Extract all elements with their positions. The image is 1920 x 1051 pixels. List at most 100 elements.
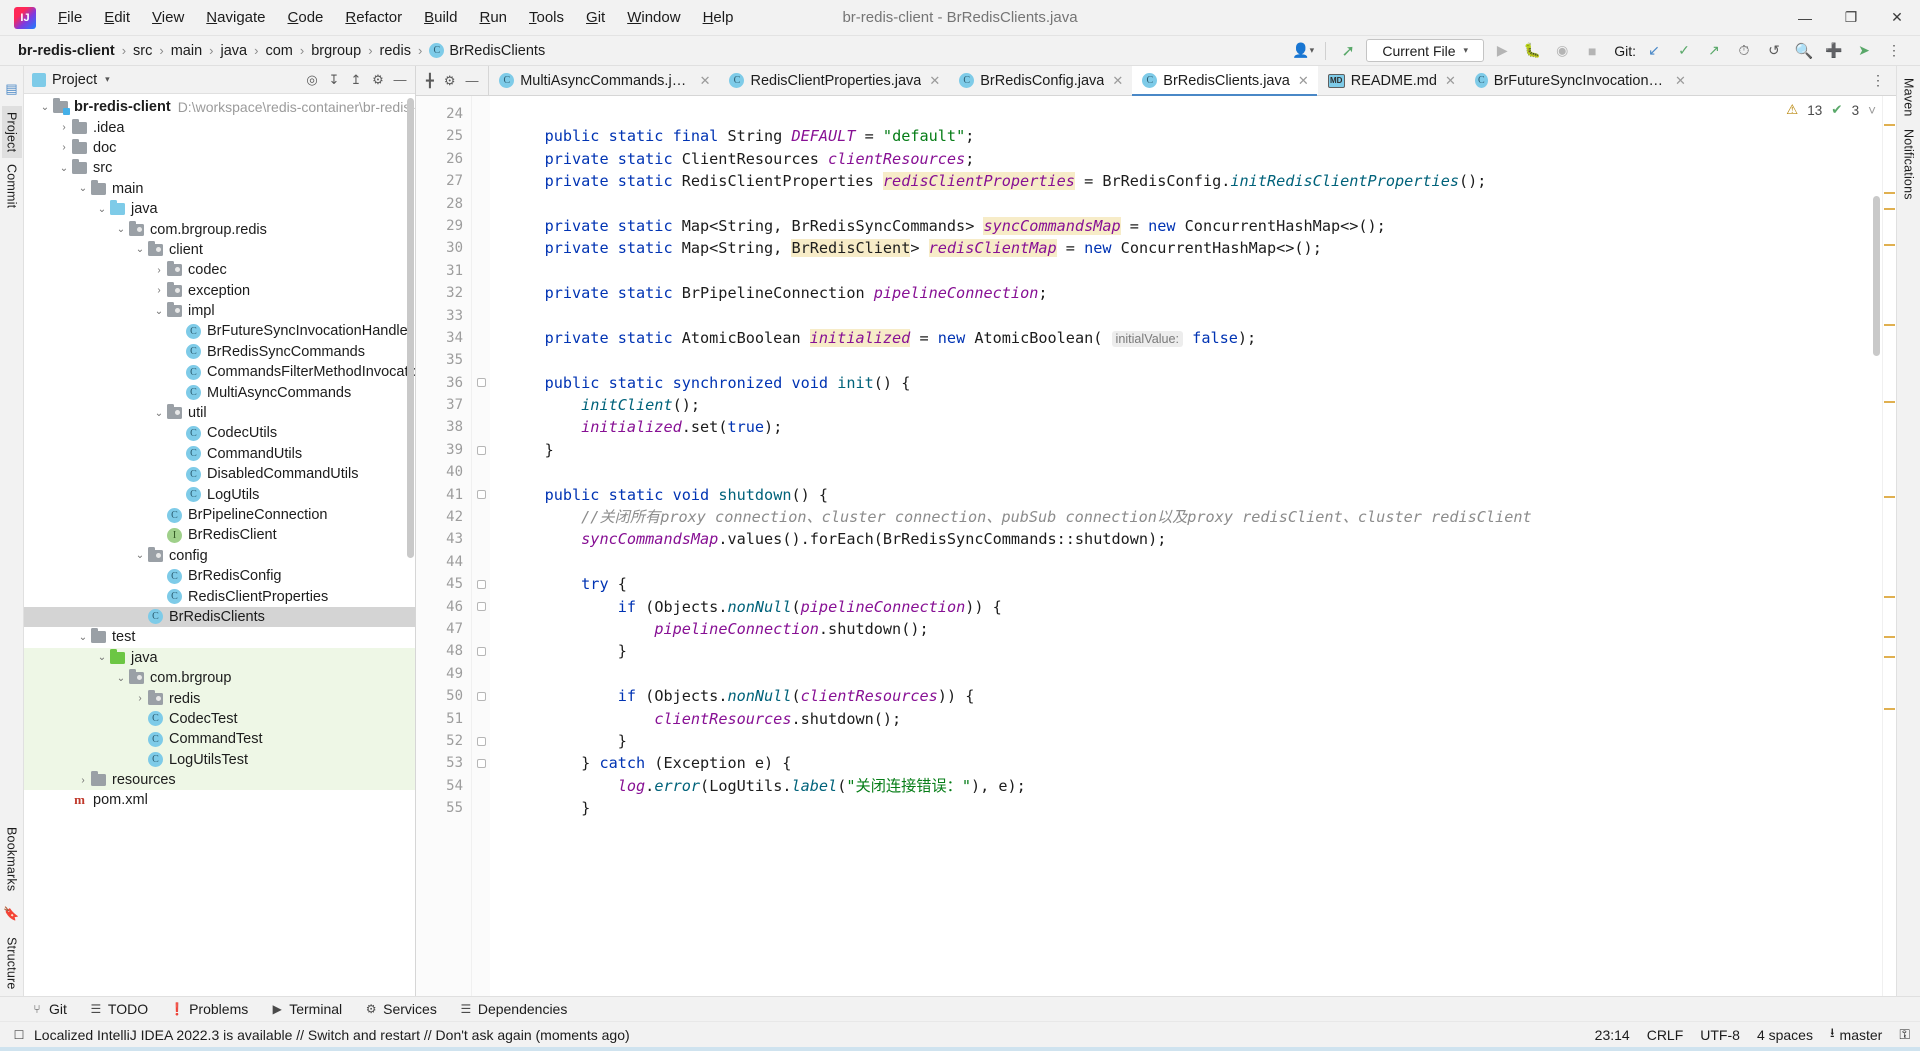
tree-node-util[interactable]: ⌄ util <box>24 403 415 423</box>
run-icon[interactable]: ▶ <box>1490 40 1514 62</box>
error-stripe-marker[interactable] <box>1884 244 1895 246</box>
tree-node-codectest[interactable]: C CodecTest <box>24 708 415 730</box>
error-stripe-marker[interactable] <box>1884 656 1895 658</box>
more-options-icon[interactable]: ⋮ <box>1882 40 1906 62</box>
code-line[interactable]: public static final String DEFAULT = "de… <box>508 125 1882 147</box>
tree-expander[interactable]: › <box>57 142 71 153</box>
menu-git[interactable]: Git <box>576 5 615 30</box>
fold-marker[interactable] <box>472 573 490 595</box>
rail-tab-bookmarks[interactable]: Bookmarks <box>2 821 22 897</box>
breadcrumb-item-java[interactable]: java <box>217 41 252 61</box>
tree-node-com-brgroup[interactable]: ⌄ com.brgroup <box>24 667 415 689</box>
locate-icon[interactable]: ◎ <box>301 69 323 91</box>
tree-expander[interactable]: › <box>152 265 166 276</box>
tree-node-doc[interactable]: › doc <box>24 138 415 158</box>
git-update-icon[interactable]: ↙ <box>1642 40 1666 62</box>
maximize-button[interactable]: ❐ <box>1828 0 1874 36</box>
close-icon[interactable]: ✕ <box>1298 73 1309 89</box>
code-line[interactable]: } <box>508 439 1882 461</box>
fold-marker[interactable] <box>472 752 490 774</box>
run-with-coverage-icon[interactable]: ◉ <box>1550 40 1574 62</box>
editor-tab-readme-md[interactable]: MD README.md ✕ <box>1318 66 1465 95</box>
line-separator[interactable]: CRLF <box>1647 1027 1684 1043</box>
tree-node-multiasynccommands[interactable]: C MultiAsyncCommands <box>24 382 415 402</box>
tree-expander[interactable]: ⌄ <box>76 632 90 643</box>
debug-icon[interactable]: 🐛 <box>1520 40 1544 62</box>
fold-marker[interactable] <box>472 685 490 707</box>
tree-node-impl[interactable]: ⌄ impl <box>24 301 415 321</box>
code-line[interactable] <box>508 349 1882 371</box>
fold-marker[interactable] <box>472 640 490 662</box>
lock-icon[interactable]: ⚿ <box>1899 1026 1910 1043</box>
tree-node-com-brgroup-redis[interactable]: ⌄ com.brgroup.redis <box>24 219 415 239</box>
menu-edit[interactable]: Edit <box>94 5 140 30</box>
fold-marker[interactable] <box>472 439 490 461</box>
tree-expander[interactable]: ⌄ <box>38 102 52 113</box>
bottom-tab-services[interactable]: ⚙ Services <box>364 1001 437 1017</box>
close-icon[interactable]: ✕ <box>1445 73 1456 89</box>
project-tree[interactable]: ⌄ br-redis-client D:\workspace\redis-conta… <box>24 94 415 996</box>
code-line[interactable]: } <box>508 640 1882 662</box>
code-line[interactable]: private static BrPipelineConnection pipe… <box>508 282 1882 304</box>
code-line[interactable]: clientResources.shutdown(); <box>508 708 1882 730</box>
git-push-icon[interactable]: ↗ <box>1702 40 1726 62</box>
user-icon[interactable]: 👤 ▾ <box>1291 40 1315 62</box>
rail-tab-project[interactable]: Project <box>1 106 22 159</box>
code-line[interactable]: private static AtomicBoolean initialized… <box>508 327 1882 349</box>
tree-node-java[interactable]: ⌄ java <box>24 647 415 668</box>
error-stripe-marker[interactable] <box>1884 401 1895 403</box>
tree-expander[interactable]: › <box>57 122 71 133</box>
tree-node-client[interactable]: ⌄ client <box>24 240 415 260</box>
close-button[interactable]: ✕ <box>1874 0 1920 36</box>
error-stripe-marker[interactable] <box>1884 636 1895 638</box>
caret-position[interactable]: 23:14 <box>1595 1027 1630 1043</box>
bookmark-icon[interactable]: 🔖 <box>3 905 21 923</box>
close-icon[interactable]: ✕ <box>929 73 940 89</box>
code-line[interactable]: } <box>508 797 1882 819</box>
project-rail-icon[interactable]: ▤ <box>3 80 21 98</box>
fold-marker[interactable] <box>472 730 490 752</box>
code-line[interactable]: } catch (Exception e) { <box>508 752 1882 774</box>
code-line[interactable]: log.error(LogUtils.label("关闭连接错误："), e); <box>508 775 1882 797</box>
tree-node-disabledcommandutils[interactable]: C DisabledCommandUtils <box>24 464 415 484</box>
code-editor[interactable]: public static final String DEFAULT = "de… <box>490 96 1882 996</box>
editor-tab-redisclientproperties-java[interactable]: C RedisClientProperties.java ✕ <box>719 66 949 95</box>
bottom-tab-todo[interactable]: ☰ TODO <box>89 1001 149 1017</box>
expand-all-icon[interactable]: ↧ <box>323 69 345 91</box>
tree-node-pom-xml[interactable]: m pom.xml <box>24 790 415 810</box>
git-branch-widget[interactable]: ⭳ master <box>1830 1024 1882 1046</box>
error-stripe-marker[interactable] <box>1884 596 1895 598</box>
tree-node-commandutils[interactable]: C CommandUtils <box>24 444 415 464</box>
tree-node-commandtest[interactable]: C CommandTest <box>24 729 415 750</box>
bottom-tab-git[interactable]: ⑂ Git <box>30 1001 67 1017</box>
tree-node-config[interactable]: ⌄ config <box>24 546 415 566</box>
bottom-tab-problems[interactable]: ❗ Problems <box>170 1001 249 1017</box>
error-stripe-marker[interactable] <box>1884 192 1895 194</box>
status-message[interactable]: Localized IntelliJ IDEA 2022.3 is availa… <box>34 1027 630 1043</box>
code-line[interactable] <box>508 305 1882 327</box>
inspection-widget[interactable]: ⚠ 13 ✔ 3 ˅ <box>1780 100 1882 120</box>
tree-node-codecutils[interactable]: C CodecUtils <box>24 423 415 443</box>
project-tree-scrollbar[interactable] <box>407 98 414 558</box>
tree-node-test[interactable]: ⌄ test <box>24 627 415 647</box>
breadcrumb-item-redis[interactable]: redis <box>376 41 415 61</box>
tree-node-brredissynccommands[interactable]: C BrRedisSyncCommands <box>24 342 415 362</box>
fold-marker[interactable] <box>472 484 490 506</box>
code-line[interactable] <box>508 663 1882 685</box>
code-line[interactable]: initialized.set(true); <box>508 416 1882 438</box>
menu-view[interactable]: View <box>142 5 194 30</box>
close-icon[interactable]: ✕ <box>1112 73 1123 89</box>
file-encoding[interactable]: UTF-8 <box>1700 1027 1740 1043</box>
tree-expander[interactable]: › <box>152 285 166 296</box>
rail-tab-notifications[interactable]: Notifications <box>1899 123 1919 206</box>
fold-marker[interactable] <box>472 596 490 618</box>
code-line[interactable]: try { <box>508 573 1882 595</box>
tree-node-brredisclient[interactable]: I BrRedisClient <box>24 525 415 545</box>
more-tabs-icon[interactable]: ⋮ <box>1866 70 1890 92</box>
breadcrumb-item-project[interactable]: br-redis-client <box>14 41 119 61</box>
tree-expander[interactable]: › <box>133 693 147 704</box>
tree-node-src[interactable]: ⌄ src <box>24 158 415 178</box>
code-line[interactable] <box>508 551 1882 573</box>
gear-icon[interactable]: ⚙ <box>367 69 389 91</box>
indent-setting[interactable]: 4 spaces <box>1757 1027 1813 1043</box>
